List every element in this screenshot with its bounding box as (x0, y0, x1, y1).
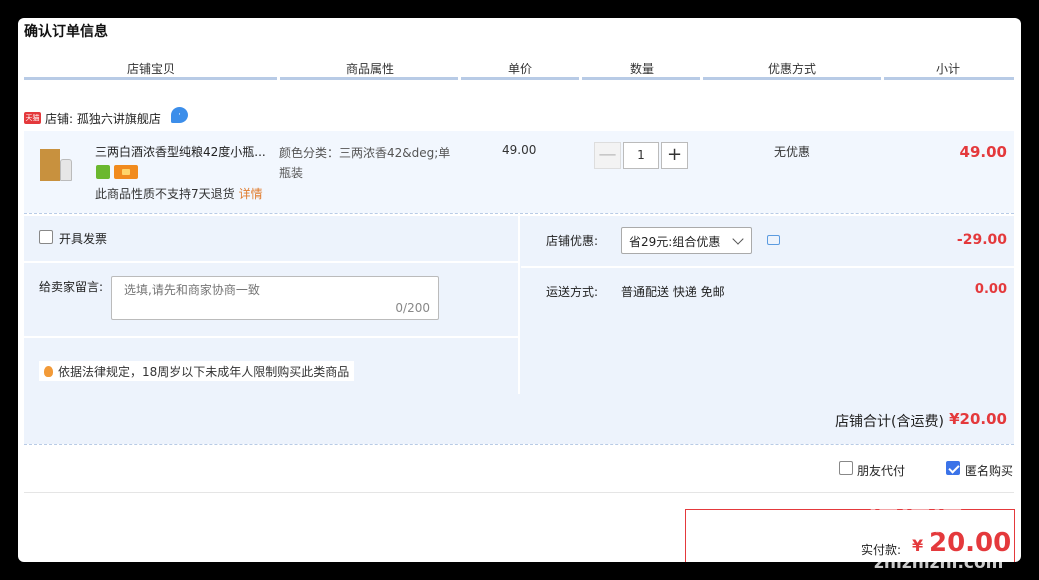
item-discount: 无优惠 (774, 145, 811, 159)
column-attribute: 商品属性 (346, 62, 395, 76)
header-line (703, 77, 881, 80)
shop-total-value: ¥20.00 (949, 410, 1007, 428)
anonymous-checkbox[interactable] (946, 461, 960, 475)
column-shop-item: 店铺宝贝 (127, 62, 176, 76)
item-subtotal: 49.00 (959, 143, 1007, 161)
legal-notice: 依据法律规定，18周岁以下未成年人限制购买此类商品 (39, 361, 355, 381)
return-policy-note: 此商品性质不支持7天退货 详情 (95, 187, 263, 201)
divider (24, 492, 1014, 493)
shop-options: 店铺优惠: 省29元:组合优惠 -29.00 运送方式: 普通配送 快递 免邮 … (521, 216, 1014, 394)
chevron-down-icon (732, 233, 744, 245)
watermark-url: zhizhizhi.com (874, 553, 1004, 573)
shop-name[interactable]: 店铺: 孤独六讲旗舰店 (45, 110, 161, 127)
header-line (24, 77, 277, 80)
row-divider (24, 213, 1014, 214)
seller-message-input[interactable] (124, 283, 424, 297)
shop-row: 天猫 店铺: 孤独六讲旗舰店 · (24, 107, 1014, 132)
chat-bubble-icon[interactable]: · (171, 107, 188, 123)
order-options: 开具发票 给卖家留言: 0/200 依据法律规定，18周岁以下未成年人限制购买此… (24, 216, 1014, 394)
tmall-badge-icon: 天猫 (24, 112, 41, 124)
product-image[interactable] (34, 145, 86, 185)
column-discount: 优惠方式 (768, 62, 817, 76)
separator (24, 336, 518, 338)
friend-pay-label[interactable]: 朋友代付 (857, 462, 905, 479)
message-char-count: 0/200 (395, 301, 430, 315)
shipping-fee: 0.00 (974, 282, 1007, 297)
shop-total-row: 店铺合计(含运费) ¥20.00 (24, 394, 1014, 444)
header-line (280, 77, 458, 80)
shop-discount-amount: -29.00 (956, 232, 1007, 248)
quantity-input[interactable]: 1 (623, 142, 659, 169)
page-title: 确认订单信息 (24, 24, 108, 40)
watermark-logo: 值值值 (867, 498, 965, 538)
header-line (582, 77, 700, 80)
separator (24, 261, 518, 263)
shop-discount-label: 店铺优惠: (546, 234, 599, 248)
separator (521, 266, 1014, 268)
shop-total-label: 店铺合计(含运费) (835, 414, 944, 430)
separator (518, 216, 520, 394)
shop-discount-select[interactable]: 省29元:组合优惠 (621, 227, 752, 254)
row-divider (24, 444, 1014, 445)
product-title[interactable]: 三两白酒浓香型纯粮42度小瓶... (95, 143, 266, 160)
invoice-label[interactable]: 开具发票 (59, 230, 107, 247)
column-subtotal: 小计 (936, 62, 961, 76)
column-price: 单价 (508, 62, 533, 76)
product-attribute: 颜色分类：三两浓香42&deg;单瓶装 (279, 146, 451, 180)
increase-quantity-button[interactable]: + (661, 142, 688, 169)
decrease-quantity-button[interactable]: — (594, 142, 621, 169)
unit-price: 49.00 (502, 143, 537, 157)
order-confirm-panel: 确认订单信息 店铺宝贝 商品属性 单价 数量 优惠方式 小计 天猫 店铺: 孤独… (18, 18, 1021, 562)
comment-icon[interactable] (767, 235, 780, 245)
service-badge-icon[interactable] (96, 165, 110, 179)
friend-pay-checkbox[interactable] (839, 461, 853, 475)
shipping-method: 普通配送 快递 免邮 (621, 285, 725, 299)
header-line (884, 77, 1014, 80)
anonymous-label[interactable]: 匿名购买 (965, 462, 1013, 479)
seller-message-field[interactable]: 0/200 (111, 276, 439, 320)
item-row: 三两白酒浓香型纯粮42度小瓶... 此商品性质不支持7天退货 详情 颜色分类：三两… (24, 131, 1014, 213)
column-header: 店铺宝贝 商品属性 单价 数量 优惠方式 小计 (24, 60, 1014, 80)
buyer-options: 开具发票 给卖家留言: 0/200 依据法律规定，18周岁以下未成年人限制购买此… (24, 216, 518, 394)
column-quantity: 数量 (630, 62, 655, 76)
message-label: 给卖家留言: (39, 280, 104, 294)
shipping-label: 运送方式: (546, 285, 599, 299)
lightbulb-icon (44, 366, 53, 377)
card-badge-icon[interactable] (114, 165, 138, 179)
detail-link[interactable]: 详情 (239, 187, 263, 201)
header-line (461, 77, 579, 80)
invoice-checkbox[interactable] (39, 230, 53, 244)
